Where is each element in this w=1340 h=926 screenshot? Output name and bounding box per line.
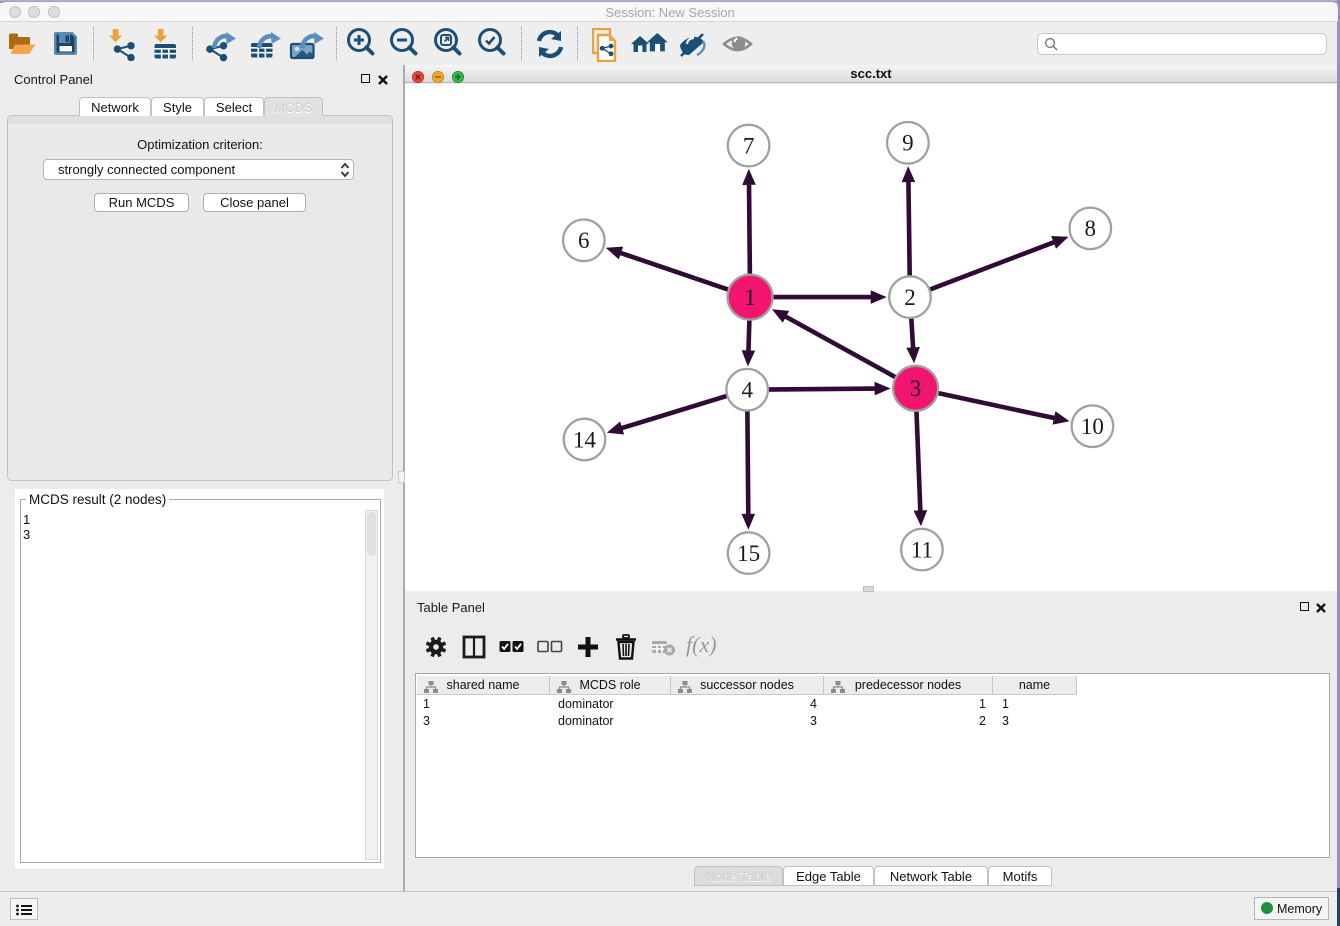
svg-text:11: 11 [911,537,933,562]
svg-text:7: 7 [743,133,755,158]
svg-text:8: 8 [1085,216,1097,241]
svg-text:4: 4 [741,378,753,403]
svg-text:6: 6 [578,228,590,253]
svg-text:14: 14 [573,427,597,452]
svg-text:2: 2 [904,285,916,310]
svg-text:3: 3 [910,376,922,401]
svg-text:15: 15 [737,541,760,566]
svg-text:9: 9 [902,131,914,156]
svg-text:1: 1 [744,285,756,310]
svg-text:10: 10 [1081,414,1104,439]
